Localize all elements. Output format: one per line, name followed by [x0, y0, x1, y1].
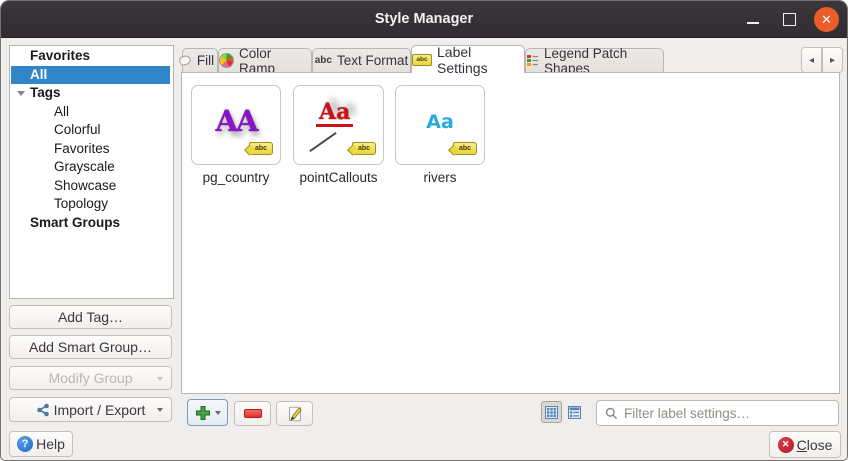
help-icon: ? [17, 436, 33, 452]
sidebar-item-label: Favorites [30, 48, 90, 63]
label-settings-icon: abc [412, 54, 432, 66]
minus-icon [244, 409, 262, 418]
edit-pencil-icon [287, 406, 303, 422]
maximize-icon [783, 13, 796, 26]
list-view-button[interactable] [564, 401, 585, 423]
window-title: Style Manager [1, 1, 847, 37]
style-preview: Aa [316, 101, 353, 127]
plus-icon [195, 405, 211, 421]
legend-patch-icon [526, 54, 539, 67]
maximize-button[interactable] [778, 8, 800, 30]
badge-text: abc [459, 145, 471, 152]
titlebar[interactable]: Style Manager ✕ [1, 1, 847, 38]
sidebar-item-label: Tags [30, 85, 61, 100]
sidebar-item-tag-colorful[interactable]: Colorful [11, 121, 170, 139]
tab-label: Legend Patch Shapes [544, 46, 663, 76]
tab-text-format[interactable]: abc Text Format [312, 48, 411, 72]
style-item-name: pointCallouts [288, 169, 389, 187]
close-label: Close [797, 437, 833, 453]
tab-label: Label Settings [437, 44, 524, 76]
style-item-pg-country[interactable]: AA abc [191, 85, 281, 165]
filter-box [596, 400, 839, 426]
dropdown-arrow-icon [215, 411, 221, 415]
help-label: Help [36, 436, 65, 452]
label-settings-badge-icon: abc [249, 142, 273, 155]
text-format-icon: abc [315, 55, 332, 66]
modify-group-button[interactable]: Modify Group [9, 366, 172, 390]
tab-scroll-right-button[interactable]: ▸ [822, 47, 843, 73]
badge-text: abc [358, 145, 370, 152]
tab-label: Text Format [337, 53, 408, 68]
close-icon: ✕ [778, 437, 794, 453]
import-export-button[interactable]: Import / Export [9, 397, 172, 422]
sidebar-item-label: All [30, 67, 47, 82]
add-smart-group-label: Add Smart Group… [29, 339, 152, 355]
sidebar-item-all[interactable]: All [11, 66, 170, 84]
filter-input[interactable] [624, 401, 838, 425]
chevron-right-icon: ▸ [830, 55, 835, 66]
style-item-name: rivers [393, 169, 487, 187]
callout-leader-line [309, 132, 336, 152]
sidebar-item-tag-favorites[interactable]: Favorites [11, 140, 170, 158]
tab-scroll-left-button[interactable]: ◂ [801, 47, 822, 73]
style-manager-dialog: Style Manager ✕ Favorites All Tags All C… [0, 0, 848, 461]
sidebar-item-label: Topology [54, 196, 108, 211]
share-icon [36, 403, 50, 417]
sidebar-item-tag-grayscale[interactable]: Grayscale [11, 158, 170, 176]
import-export-label: Import / Export [54, 402, 146, 418]
sidebar-item-tags[interactable]: Tags [11, 84, 170, 102]
add-tag-button[interactable]: Add Tag… [9, 305, 172, 329]
style-item-point-callouts[interactable]: Aa abc [293, 85, 384, 165]
sidebar-item-label: All [54, 104, 69, 119]
tab-fill[interactable]: Fill [182, 48, 218, 72]
sidebar-item-tag-showcase[interactable]: Showcase [11, 177, 170, 195]
tab-label: Color Ramp [239, 46, 311, 76]
sidebar-item-label: Favorites [54, 141, 110, 156]
sidebar-item-smart-groups[interactable]: Smart Groups [11, 214, 170, 232]
remove-item-button[interactable] [234, 401, 271, 426]
expand-arrow-icon[interactable] [17, 91, 25, 96]
style-item-name: pg_country [189, 169, 283, 187]
style-item-rivers[interactable]: Aa abc [395, 85, 485, 165]
sidebar-item-tag-all[interactable]: All [11, 103, 170, 121]
sidebar-item-label: Grayscale [54, 159, 115, 174]
style-list-panel[interactable]: AA abc pg_country Aa abc pointCallouts A… [181, 72, 840, 394]
icon-view-button[interactable] [541, 401, 562, 423]
color-ramp-icon [219, 53, 234, 68]
sidebar-item-label: Smart Groups [30, 215, 120, 230]
badge-text: abc [255, 145, 267, 152]
chevron-left-icon: ◂ [809, 55, 814, 66]
tab-label: Fill [197, 53, 214, 68]
list-view-icon [568, 406, 581, 419]
help-button[interactable]: ? Help [9, 431, 73, 457]
sidebar-item-label: Colorful [54, 122, 101, 137]
tab-color-ramp[interactable]: Color Ramp [218, 48, 312, 72]
add-tag-label: Add Tag… [58, 309, 123, 325]
dropdown-arrow-icon [157, 377, 163, 381]
sidebar-item-label: Showcase [54, 178, 116, 193]
add-item-button[interactable] [187, 399, 228, 426]
sidebar-item-favorites[interactable]: Favorites [11, 47, 170, 65]
dropdown-arrow-icon [157, 408, 163, 412]
label-settings-badge-icon: abc [352, 142, 376, 155]
minimize-button[interactable] [742, 8, 764, 30]
label-settings-badge-icon: abc [453, 142, 477, 155]
modify-group-label: Modify Group [48, 370, 132, 386]
tab-legend-patch-shapes[interactable]: Legend Patch Shapes [525, 48, 664, 72]
sidebar-item-tag-topology[interactable]: Topology [11, 195, 170, 213]
search-icon [605, 407, 618, 420]
minimize-icon [747, 22, 759, 24]
window-controls: ✕ [742, 1, 839, 37]
edit-item-button[interactable] [276, 401, 313, 426]
fill-icon [178, 54, 192, 67]
style-preview: Aa [396, 111, 484, 133]
tab-label-settings[interactable]: abc Label Settings [411, 45, 525, 73]
group-tree: Favorites All Tags All Colorful Favorite… [9, 45, 174, 299]
add-smart-group-button[interactable]: Add Smart Group… [9, 335, 172, 359]
window-close-button[interactable]: ✕ [814, 7, 839, 32]
grid-view-icon [545, 406, 558, 419]
style-preview: AA [192, 104, 280, 138]
close-button[interactable]: ✕ Close [769, 431, 841, 458]
